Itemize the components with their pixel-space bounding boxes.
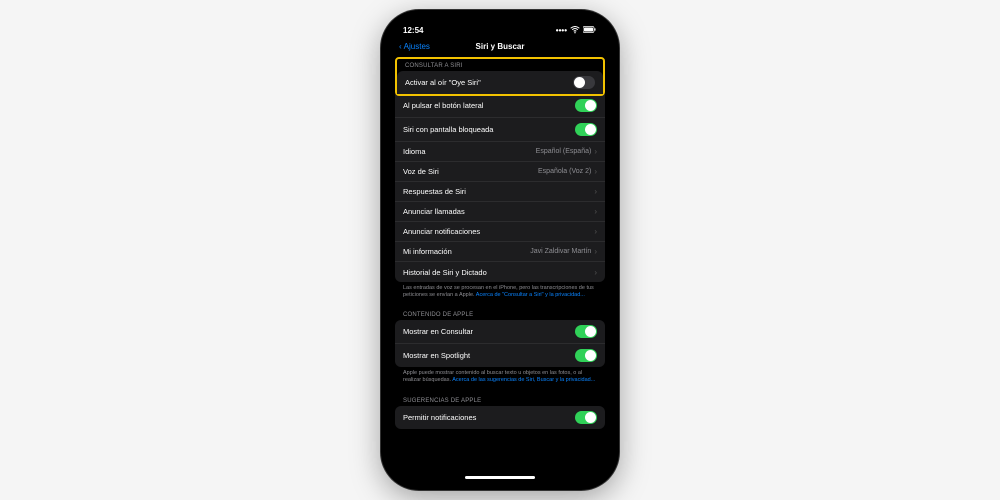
row-history[interactable]: Historial de Siri y Dictado ›	[395, 262, 605, 282]
chevron-right-icon: ›	[594, 147, 597, 156]
privacy-link-2[interactable]: Acerca de las sugerencias de Siri, Busca…	[452, 377, 595, 383]
wifi-icon	[570, 26, 580, 36]
row-allow-notif[interactable]: Permitir notificaciones	[395, 406, 605, 429]
status-time: 12:54	[403, 26, 423, 35]
row-label: Al pulsar el botón lateral	[403, 101, 483, 110]
row-my-info[interactable]: Mi información Javi Zaldivar Martín›	[395, 242, 605, 262]
row-label: Respuestas de Siri	[403, 187, 466, 196]
toggle-allow-notif[interactable]	[575, 411, 597, 424]
row-hey-siri[interactable]: Activar al oír "Oye Siri"	[397, 71, 603, 94]
row-value: Español (España)	[536, 148, 592, 155]
page-title: Siri y Buscar	[476, 42, 525, 51]
home-indicator-icon[interactable]	[465, 476, 535, 479]
row-label: Mi información	[403, 247, 452, 256]
toggle-lookup[interactable]	[575, 325, 597, 338]
footer-consult: Las entradas de voz se procesan en el iP…	[395, 282, 605, 305]
row-language[interactable]: Idioma Español (España)›	[395, 142, 605, 162]
chevron-right-icon: ›	[594, 227, 597, 236]
row-spotlight[interactable]: Mostrar en Spotlight	[395, 344, 605, 367]
chevron-right-icon: ›	[594, 167, 597, 176]
row-label: Idioma	[403, 147, 426, 156]
row-label: Permitir notificaciones	[403, 413, 476, 422]
row-voice[interactable]: Voz de Siri Española (Voz 2)›	[395, 162, 605, 182]
row-label: Anunciar llamadas	[403, 207, 465, 216]
row-side-button[interactable]: Al pulsar el botón lateral	[395, 94, 605, 118]
privacy-link[interactable]: Acerca de "Consultar a Siri" y la privac…	[476, 292, 585, 298]
row-value: Javi Zaldivar Martín	[530, 248, 591, 255]
section-header-apple: CONTENIDO DE APPLE	[395, 305, 605, 320]
screen: 12:54 •••• ‹ Ajustes Siri y Buscar CONSU…	[389, 18, 611, 482]
row-label: Voz de Siri	[403, 167, 439, 176]
chevron-left-icon: ‹	[399, 42, 402, 51]
highlight-box: CONSULTAR A SIRI Activar al oír "Oye Sir…	[395, 57, 605, 96]
row-label: Siri con pantalla bloqueada	[403, 125, 493, 134]
toggle-spotlight[interactable]	[575, 349, 597, 362]
section-header-consult: CONSULTAR A SIRI	[397, 59, 603, 71]
chevron-right-icon: ›	[594, 207, 597, 216]
toggle-locked[interactable]	[575, 123, 597, 136]
row-label: Historial de Siri y Dictado	[403, 268, 487, 277]
row-announce-notif[interactable]: Anunciar notificaciones ›	[395, 222, 605, 242]
settings-content[interactable]: CONSULTAR A SIRI Activar al oír "Oye Sir…	[389, 57, 611, 477]
row-responses[interactable]: Respuestas de Siri ›	[395, 182, 605, 202]
signal-icon: ••••	[556, 26, 567, 35]
back-button[interactable]: ‹ Ajustes	[399, 42, 430, 51]
footer-apple: Apple puede mostrar contenido al buscar …	[395, 367, 605, 390]
chevron-right-icon: ›	[594, 187, 597, 196]
row-label: Mostrar en Spotlight	[403, 351, 470, 360]
row-value: Española (Voz 2)	[538, 168, 591, 175]
section-header-suggest: SUGERENCIAS DE APPLE	[395, 391, 605, 406]
chevron-right-icon: ›	[594, 268, 597, 277]
row-label: Activar al oír "Oye Siri"	[405, 78, 481, 87]
row-label: Anunciar notificaciones	[403, 227, 480, 236]
chevron-right-icon: ›	[594, 247, 597, 256]
battery-icon	[583, 26, 597, 35]
notch	[450, 18, 550, 32]
toggle-side-button[interactable]	[575, 99, 597, 112]
row-lookup[interactable]: Mostrar en Consultar	[395, 320, 605, 344]
toggle-hey-siri[interactable]	[573, 76, 595, 89]
row-announce-calls[interactable]: Anunciar llamadas ›	[395, 202, 605, 222]
phone-frame: 12:54 •••• ‹ Ajustes Siri y Buscar CONSU…	[381, 10, 619, 490]
nav-bar: ‹ Ajustes Siri y Buscar	[389, 38, 611, 57]
row-locked[interactable]: Siri con pantalla bloqueada	[395, 118, 605, 142]
back-label: Ajustes	[404, 42, 430, 51]
row-label: Mostrar en Consultar	[403, 327, 473, 336]
